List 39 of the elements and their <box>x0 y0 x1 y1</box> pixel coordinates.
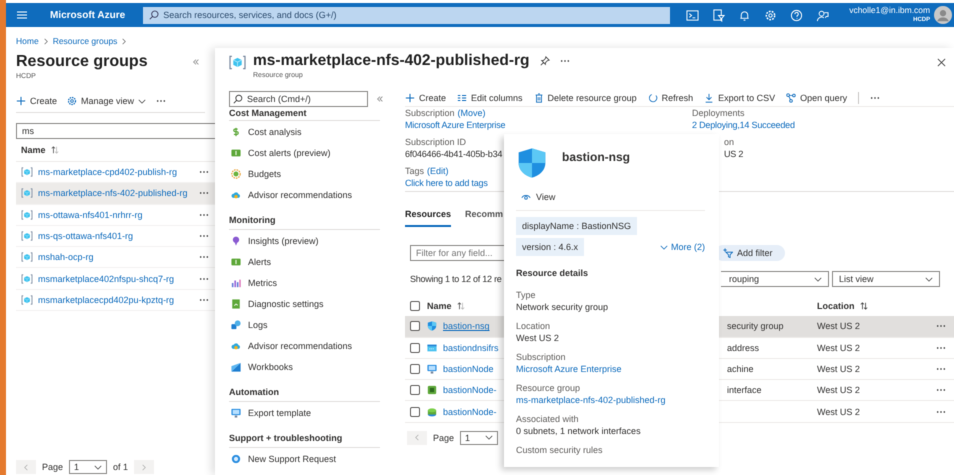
resource-group-title: ms-marketplace-nfs-402-published-rg <box>253 52 530 70</box>
detail-label: Associated with <box>516 413 579 425</box>
field-label: on <box>724 136 734 148</box>
detail-value: West US 2 <box>516 332 559 344</box>
table-cell: achine <box>727 364 754 374</box>
result-count: Showing 1 to 12 of 12 re <box>410 274 502 284</box>
table-cell: security group <box>727 321 784 332</box>
tag-chip: displayName : BastionNSG <box>516 217 638 235</box>
detail-value: 0 subnets, 1 network interfaces <box>516 425 641 437</box>
detail-label: Location <box>516 320 550 332</box>
table-cell: West US 2 <box>817 321 860 332</box>
detail-label: Type <box>516 289 536 301</box>
table-cell: West US 2 <box>817 406 860 417</box>
page-title: Resource groups <box>16 53 148 71</box>
detail-label: Resource group <box>516 382 580 394</box>
section-title: Resource details <box>516 268 590 280</box>
detail-label: Subscription <box>516 351 566 363</box>
field-value: US 2 <box>724 148 744 160</box>
field-value: 6f046466-4b41-405b-b34 <box>405 148 502 160</box>
table-cell: West US 2 <box>817 385 860 396</box>
field-label: Tags <box>405 165 424 177</box>
page-label: Page <box>433 432 454 443</box>
popup-title: bastion-nsg <box>562 150 630 164</box>
detail-value: Network security group <box>516 301 608 313</box>
table-cell: West US 2 <box>817 342 860 353</box>
table-cell: interface <box>727 385 762 396</box>
field-label: Subscription ID <box>405 136 466 148</box>
menu-section-title: Support + troubleshooting <box>229 433 342 443</box>
table-cell: West US 2 <box>817 364 860 374</box>
field-label: Deployments <box>692 107 745 119</box>
menu-section-title: Automation <box>229 387 279 397</box>
detail-label: Custom security rules <box>516 444 603 456</box>
menu-section-title: Cost Management <box>229 108 307 118</box>
tag-chip: version : 4.6.x <box>516 238 584 256</box>
page-count: of 1 <box>113 462 128 472</box>
table-cell: address <box>727 342 760 353</box>
page-label: Page <box>42 462 64 472</box>
field-label: Subscription <box>405 107 455 119</box>
menu-section-title: Monitoring <box>229 215 276 225</box>
